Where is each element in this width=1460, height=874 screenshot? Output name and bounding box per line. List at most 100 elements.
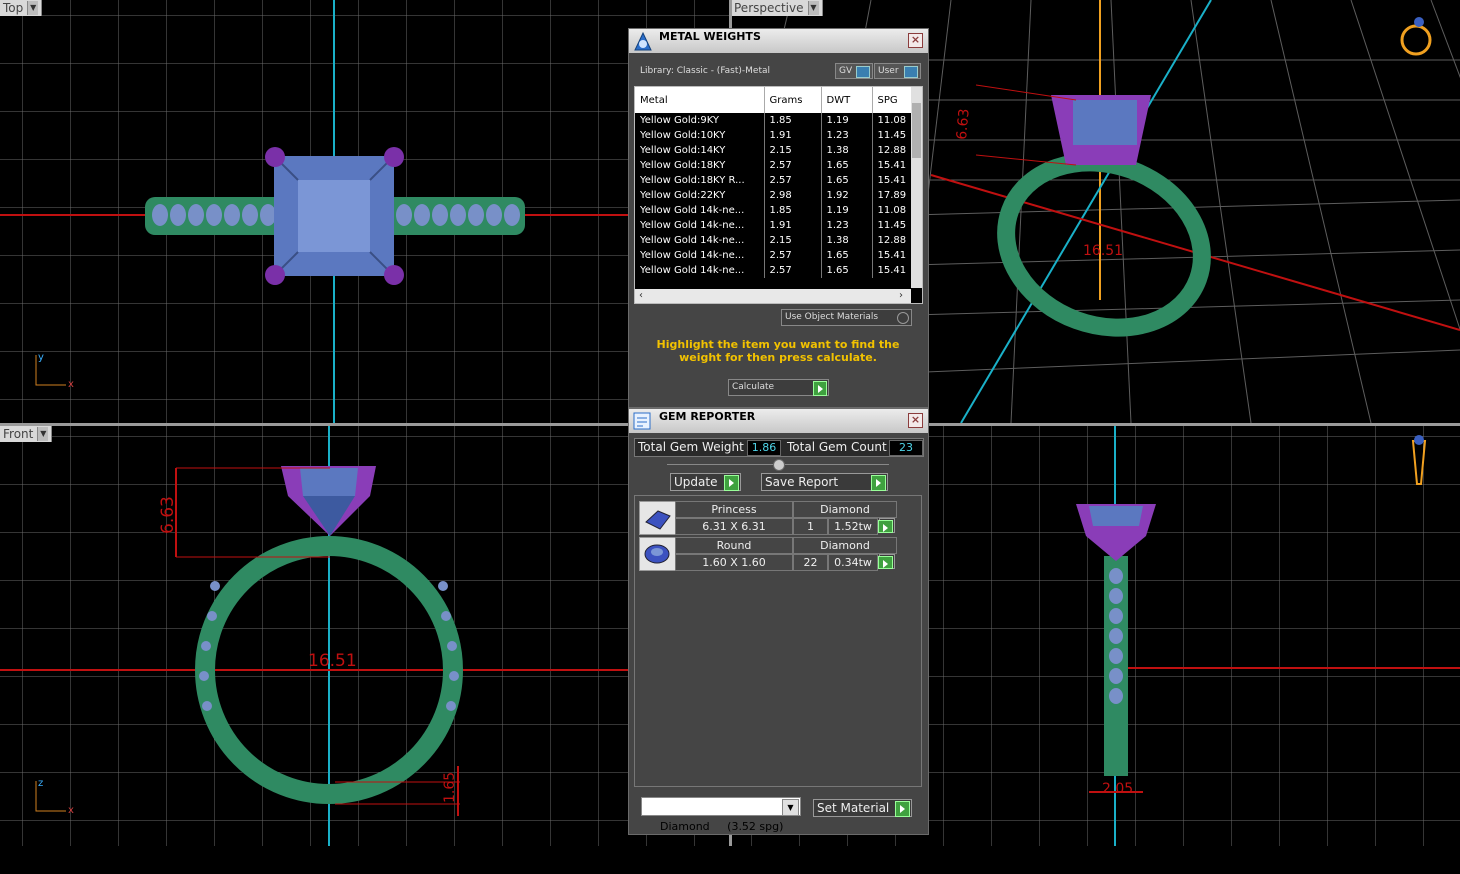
table-row[interactable]: Yellow Gold:18KY R... 2.57 1.65 15.41 bbox=[635, 173, 916, 188]
table-row[interactable]: Yellow Gold:18KY 2.57 1.65 15.41 bbox=[635, 158, 916, 173]
svg-text:16.51: 16.51 bbox=[1083, 243, 1123, 259]
cell-grams: 2.15 bbox=[764, 143, 822, 158]
metal-weights-icon bbox=[634, 31, 652, 51]
table-row[interactable]: Yellow Gold:22KY 2.98 1.92 17.89 bbox=[635, 188, 916, 203]
table-row[interactable]: Yellow Gold:10KY 1.91 1.23 11.45 bbox=[635, 128, 916, 143]
axis-y-label: y bbox=[38, 352, 44, 363]
cell-metal: Yellow Gold 14k-ne... bbox=[635, 233, 765, 248]
scroll-left-icon[interactable]: ‹ bbox=[639, 289, 643, 303]
cell-spg: 15.41 bbox=[872, 263, 916, 278]
cell-dwt: 1.23 bbox=[821, 218, 873, 233]
total-gem-count-value: 23 bbox=[889, 440, 923, 456]
play-icon bbox=[724, 475, 739, 491]
save-report-button[interactable]: Save Report bbox=[761, 473, 888, 491]
cell-grams: 2.57 bbox=[764, 263, 822, 278]
gem-select-button[interactable] bbox=[878, 518, 895, 533]
total-gem-weight-label: Total Gem Weight bbox=[638, 440, 744, 454]
dimension-height: 6.63 bbox=[158, 496, 178, 534]
table-row[interactable]: Yellow Gold 14k-ne... 2.15 1.38 12.88 bbox=[635, 233, 916, 248]
instruction-text: Highlight the item you want to find the … bbox=[656, 338, 900, 364]
axis-x-label: x bbox=[68, 379, 74, 390]
viewport-label-front[interactable]: Front ▼ bbox=[0, 426, 53, 442]
gem-reporter-icon bbox=[633, 412, 651, 430]
viewport-label-top[interactable]: Top ▼ bbox=[0, 0, 43, 16]
cell-dwt: 1.65 bbox=[821, 173, 873, 188]
table-row[interactable]: Yellow Gold:14KY 2.15 1.38 12.88 bbox=[635, 143, 916, 158]
total-gem-count-label: Total Gem Count bbox=[787, 440, 887, 454]
dimension-band: 1.65 bbox=[442, 772, 458, 803]
scroll-right-icon[interactable]: › bbox=[899, 289, 903, 303]
viewport-label-perspective[interactable]: Perspective ▼ bbox=[731, 0, 823, 16]
gem-count: 22 bbox=[793, 554, 828, 571]
splitter-handle[interactable] bbox=[773, 459, 785, 471]
panel-title: GEM REPORTER bbox=[659, 410, 756, 423]
cell-dwt: 1.65 bbox=[821, 248, 873, 263]
gem-size: 6.31 X 6.31 bbox=[675, 518, 793, 535]
viewport-menu-icon[interactable]: ▼ bbox=[807, 1, 819, 15]
gem-material: Diamond bbox=[793, 537, 897, 554]
column-header-spg[interactable]: SPG bbox=[872, 87, 916, 113]
cell-dwt: 1.38 bbox=[821, 233, 873, 248]
gem-reporter-titlebar[interactable]: GEM REPORTER × bbox=[629, 409, 928, 433]
cell-spg: 12.88 bbox=[872, 143, 916, 158]
cell-spg: 12.88 bbox=[872, 233, 916, 248]
column-header-grams[interactable]: Grams bbox=[764, 87, 822, 113]
calculate-button[interactable]: Calculate bbox=[728, 379, 829, 396]
use-object-materials-toggle[interactable]: Use Object Materials bbox=[781, 309, 912, 326]
viewport-menu-icon[interactable]: ▼ bbox=[37, 427, 49, 441]
cell-grams: 1.85 bbox=[764, 113, 822, 128]
table-row[interactable]: Yellow Gold 14k-ne... 1.91 1.23 11.45 bbox=[635, 218, 916, 233]
round-gem-icon bbox=[644, 544, 670, 564]
dimension-width: 16.51 bbox=[308, 651, 357, 671]
gem-thumbnail-round[interactable] bbox=[639, 537, 676, 571]
table-row[interactable]: Yellow Gold 14k-ne... 2.57 1.65 15.41 bbox=[635, 263, 916, 278]
close-icon[interactable]: × bbox=[908, 33, 923, 48]
viewport-menu-icon[interactable]: ▼ bbox=[27, 1, 39, 15]
table-row[interactable]: Yellow Gold 14k-ne... 2.57 1.65 15.41 bbox=[635, 248, 916, 263]
cell-spg: 11.45 bbox=[872, 218, 916, 233]
cell-spg: 17.89 bbox=[872, 188, 916, 203]
close-icon[interactable]: × bbox=[908, 413, 923, 428]
top-viewport[interactable]: y x Top ▼ bbox=[0, 0, 729, 423]
horizontal-scrollbar[interactable]: ‹ › bbox=[635, 289, 911, 303]
cell-dwt: 1.65 bbox=[821, 158, 873, 173]
toggle-circle-icon bbox=[897, 312, 909, 324]
cell-metal: Yellow Gold:9KY bbox=[635, 113, 765, 128]
cell-grams: 2.98 bbox=[764, 188, 822, 203]
cell-grams: 2.57 bbox=[764, 248, 822, 263]
gem-thumbnail-princess[interactable] bbox=[639, 501, 676, 535]
svg-text:6.63: 6.63 bbox=[954, 108, 973, 140]
gem-select-button[interactable] bbox=[878, 554, 895, 569]
table-row[interactable]: Yellow Gold 14k-ne... 1.85 1.19 11.08 bbox=[635, 203, 916, 218]
table-row[interactable]: Yellow Gold:9KY 1.85 1.19 11.08 bbox=[635, 113, 916, 128]
total-gem-weight-value: 1.86 bbox=[747, 440, 781, 456]
cell-dwt: 1.23 bbox=[821, 128, 873, 143]
play-icon bbox=[878, 520, 893, 533]
front-viewport[interactable]: 6.63 16.51 1.65 z x Front ▼ bbox=[0, 426, 729, 846]
top-view-scene: y x bbox=[0, 0, 729, 423]
gem-carat: 0.34tw bbox=[828, 554, 878, 571]
princess-gem-icon bbox=[645, 510, 671, 530]
cell-dwt: 1.92 bbox=[821, 188, 873, 203]
cell-metal: Yellow Gold 14k-ne... bbox=[635, 203, 765, 218]
metal-table-container[interactable]: Metal Grams DWT SPG Yellow Gold:9KY 1.85 1… bbox=[634, 86, 923, 304]
library-label: Library: Classic - (Fast)-Metal bbox=[640, 66, 771, 76]
cell-dwt: 1.19 bbox=[821, 113, 873, 128]
toggle-indicator-icon bbox=[904, 66, 918, 78]
toggle-indicator-icon bbox=[856, 66, 870, 78]
update-button[interactable]: Update bbox=[670, 473, 741, 491]
material-select[interactable]: Diamond (3.52 spg) ▼ bbox=[641, 797, 801, 833]
column-header-dwt[interactable]: DWT bbox=[821, 87, 873, 113]
cell-grams: 2.57 bbox=[764, 158, 822, 173]
toggle-gv[interactable]: GV bbox=[835, 63, 873, 79]
play-icon bbox=[895, 801, 910, 817]
column-header-metal[interactable]: Metal bbox=[635, 87, 765, 113]
cell-grams: 2.15 bbox=[764, 233, 822, 248]
metal-weights-titlebar[interactable]: METAL WEIGHTS × bbox=[629, 29, 928, 53]
set-material-button[interactable]: Set Material bbox=[813, 799, 912, 817]
scrollbar-thumb[interactable] bbox=[912, 103, 921, 158]
vertical-scrollbar[interactable] bbox=[911, 87, 922, 288]
gem-count: 1 bbox=[793, 518, 828, 535]
chevron-down-icon[interactable]: ▼ bbox=[782, 799, 799, 816]
toggle-user[interactable]: User bbox=[874, 63, 921, 79]
